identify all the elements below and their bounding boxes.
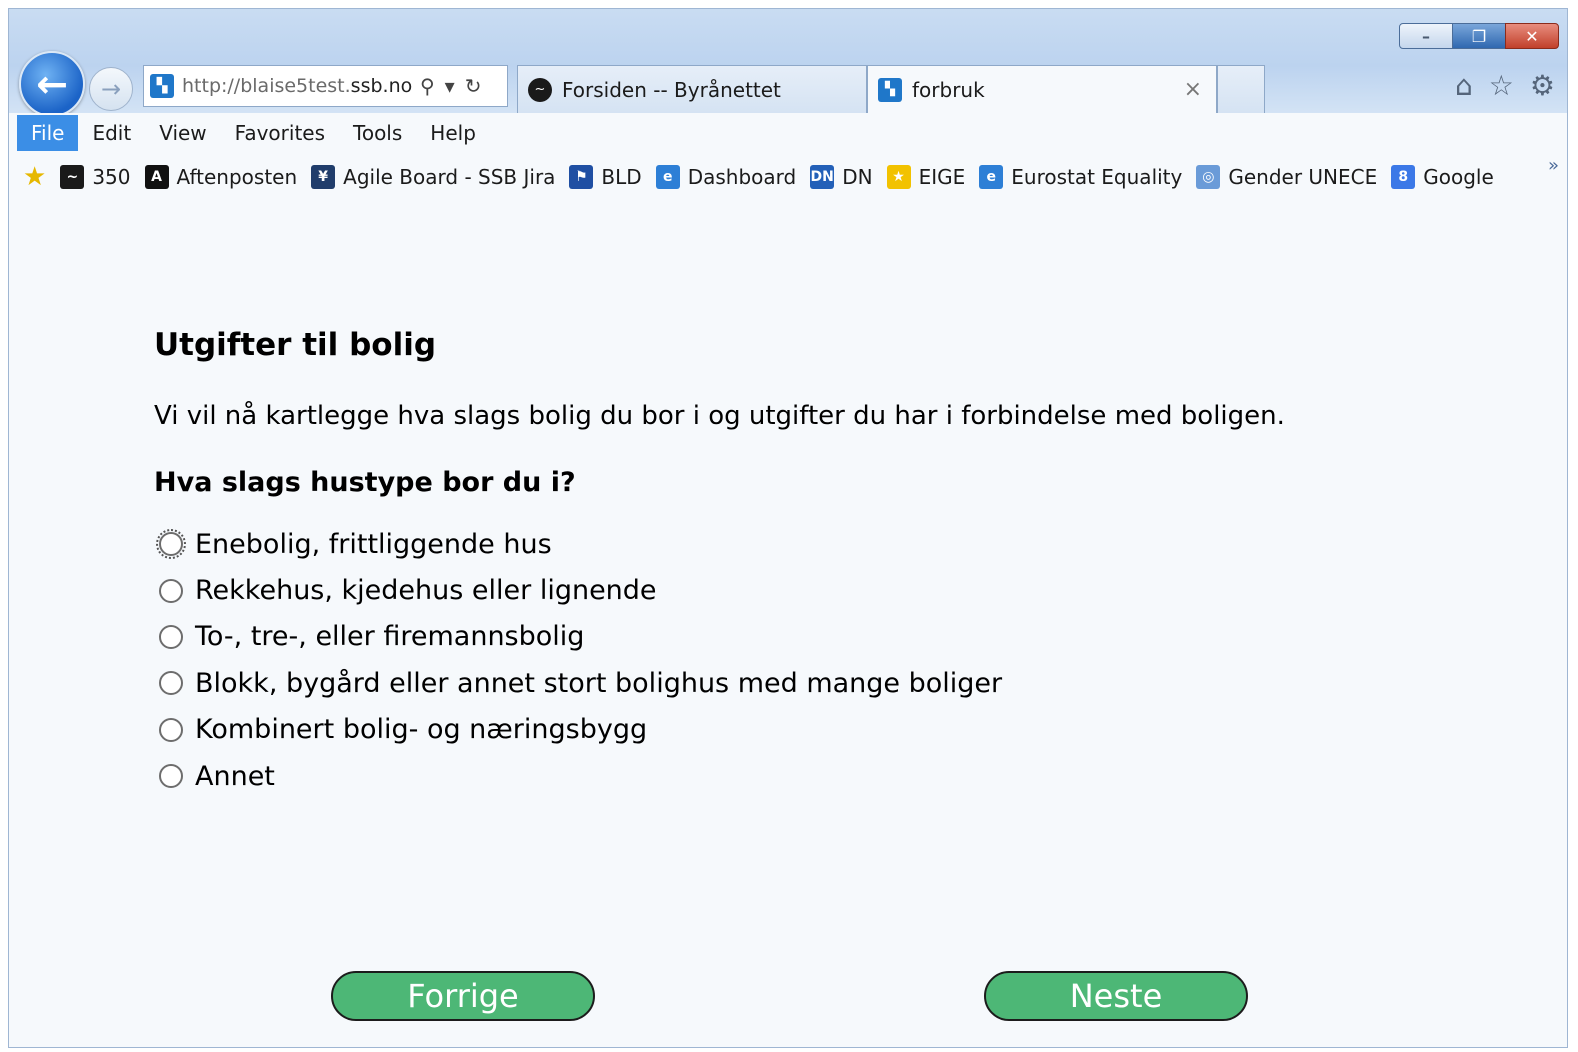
forward-arrow-icon: → (100, 75, 122, 103)
radio-button[interactable] (159, 671, 183, 696)
favorite-link[interactable]: DN DN (810, 165, 873, 189)
favorite-label: Gender UNECE (1228, 165, 1378, 189)
favorite-link[interactable]: e Dashboard (655, 165, 797, 189)
menu-edit[interactable]: Edit (78, 115, 145, 151)
menu-file[interactable]: File (17, 115, 79, 151)
radio-option-annet[interactable]: Annet (159, 753, 1002, 799)
jira-icon: ¥ (311, 165, 336, 189)
favorites-star-icon[interactable]: ☆ (1489, 69, 1514, 102)
favorite-link[interactable]: e Eurostat Equality (979, 165, 1182, 189)
favorites-bar: ★ ~350 A Aftenposten ¥ Agile Board - SSB Jir… (9, 153, 1567, 202)
radio-group: Enebolig, frittliggende hus Rekkehus, kj… (156, 521, 1002, 799)
ie-page-icon: e (655, 165, 680, 189)
page-content: Utgifter til bolig Vi vil nå kartlegge h… (9, 201, 1567, 1047)
page-title: Utgifter til bolig (154, 327, 437, 363)
gear-icon[interactable]: ⚙ (1530, 69, 1555, 102)
menu-favorites[interactable]: Favorites (221, 115, 339, 151)
favorite-label: Agile Board - SSB Jira (343, 165, 556, 189)
url-text[interactable]: http://blaise5test.ssb.no/ (182, 75, 412, 97)
favorite-label: Aftenposten (176, 165, 298, 189)
favorite-label: DN (842, 165, 873, 189)
forward-button[interactable]: → (89, 67, 133, 111)
intro-text: Vi vil nå kartlegge hva slags bolig du b… (154, 401, 1285, 431)
tab-label: forbruk (912, 77, 985, 102)
radio-button[interactable] (159, 624, 183, 649)
title-bar: – ❐ ✕ ← → ▚ http://blaise5test.ssb.no/ ⚲… (9, 9, 1567, 117)
radio-button[interactable] (159, 717, 183, 742)
menu-tools[interactable]: Tools (339, 115, 416, 151)
menu-view[interactable]: View (145, 115, 220, 151)
favorite-label: Eurostat Equality (1011, 165, 1183, 189)
back-button[interactable]: ← (19, 51, 85, 117)
350-icon: ~ (60, 165, 85, 189)
byranettet-icon: ~ (528, 77, 552, 102)
address-bar[interactable]: ▚ http://blaise5test.ssb.no/ ⚲ ▾ ↻ (143, 65, 508, 107)
favorite-link[interactable]: ¥ Agile Board - SSB Jira (311, 165, 555, 189)
previous-button[interactable]: Forrige (331, 971, 595, 1021)
favorite-link[interactable]: ~350 (60, 165, 131, 189)
aftenposten-icon: A (144, 165, 169, 189)
favorite-link[interactable]: 8 Google (1391, 165, 1494, 189)
radio-option-rekkehus[interactable]: Rekkehus, kjedehus eller lignende (159, 567, 1002, 613)
maximize-button[interactable]: ❐ (1452, 23, 1506, 49)
favorite-link[interactable]: ◎ Gender UNECE (1196, 165, 1377, 189)
tab-byranettet[interactable]: ~ Forsiden -- Byrånettet (517, 65, 867, 113)
favorite-label: Google (1423, 165, 1494, 189)
eige-icon: ★ (886, 165, 911, 189)
favorite-label: 350 (92, 165, 131, 189)
radio-option-kombinert[interactable]: Kombinert bolig- og næringsbygg (159, 707, 1002, 753)
minimize-button[interactable]: – (1399, 23, 1453, 49)
option-label: To-, tre-, eller firemannsbolig (195, 621, 585, 653)
favorite-link[interactable]: A Aftenposten (144, 165, 298, 189)
search-icon[interactable]: ⚲ (420, 74, 435, 98)
new-tab-button[interactable] (1217, 65, 1265, 113)
add-favorite-icon[interactable]: ★ (23, 162, 46, 192)
option-label: Blokk, bygård eller annet stort bolighus… (195, 667, 1003, 699)
radio-button[interactable] (156, 529, 186, 560)
favorite-link[interactable]: ★ EIGE (886, 165, 966, 189)
radio-button[interactable] (159, 578, 183, 603)
tab-forbruk[interactable]: ▚ forbruk × (867, 65, 1217, 113)
question-label: Hva slags hustype bor du i? (154, 467, 576, 498)
browser-window: – ❐ ✕ ← → ▚ http://blaise5test.ssb.no/ ⚲… (8, 8, 1568, 1048)
option-label: Kombinert bolig- og næringsbygg (195, 714, 648, 746)
dn-icon: DN (810, 165, 835, 189)
option-label: Annet (195, 760, 275, 792)
close-window-button[interactable]: ✕ (1505, 23, 1559, 49)
option-label: Rekkehus, kjedehus eller lignende (195, 575, 657, 607)
bld-icon: ⚑ (569, 165, 594, 189)
refresh-icon[interactable]: ↻ (465, 74, 482, 98)
radio-option-enebolig[interactable]: Enebolig, frittliggende hus (156, 521, 1002, 567)
chevron-more-icon[interactable]: » (1548, 155, 1559, 176)
close-tab-icon[interactable]: × (1184, 77, 1202, 102)
radio-option-blokk[interactable]: Blokk, bygård eller annet stort bolighus… (159, 660, 1002, 706)
window-controls: – ❐ ✕ (1399, 23, 1559, 49)
back-arrow-icon: ← (36, 62, 68, 106)
un-icon: ◎ (1196, 165, 1221, 189)
ie-page-icon: e (979, 165, 1004, 189)
favorite-link[interactable]: ⚑ BLD (569, 165, 642, 189)
next-button[interactable]: Neste (984, 971, 1248, 1021)
favorite-label: EIGE (918, 165, 966, 189)
favorite-label: BLD (601, 165, 642, 189)
tab-label: Forsiden -- Byrånettet (562, 77, 781, 102)
menu-bar: File Edit View Favorites Tools Help (9, 113, 1567, 153)
radio-option-tomannsbolig[interactable]: To-, tre-, eller firemannsbolig (159, 614, 1002, 660)
favorite-label: Dashboard (687, 165, 797, 189)
ssb-icon: ▚ (878, 77, 902, 102)
home-icon[interactable]: ⌂ (1455, 69, 1473, 102)
address-dropdown-icon[interactable]: ▾ (445, 74, 455, 98)
option-label: Enebolig, frittliggende hus (195, 528, 552, 560)
menu-help[interactable]: Help (416, 115, 490, 151)
radio-button[interactable] (159, 764, 183, 789)
ssb-site-icon: ▚ (150, 74, 174, 98)
google-icon: 8 (1391, 165, 1416, 189)
